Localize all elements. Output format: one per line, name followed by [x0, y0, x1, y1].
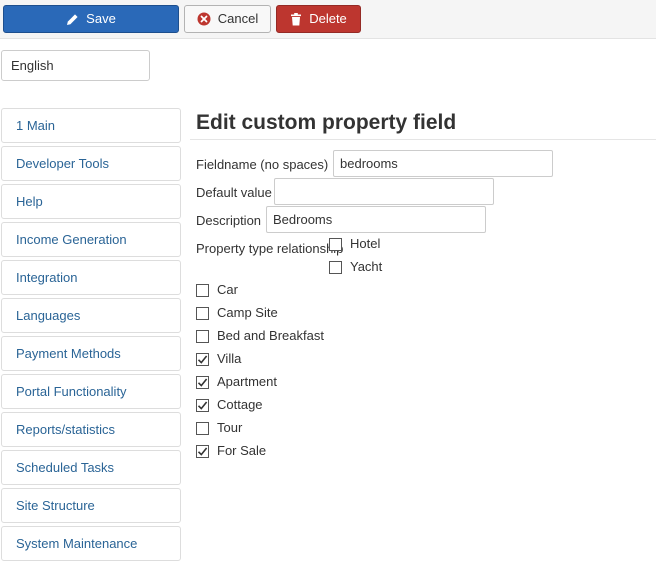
delete-button-label: Delete: [309, 11, 347, 26]
property-type-for-sale[interactable]: For Sale: [196, 443, 266, 459]
property-type-bed-and-breakfast[interactable]: Bed and Breakfast: [196, 328, 324, 344]
sidebar-item-system-maintenance[interactable]: System Maintenance: [1, 526, 181, 561]
sidebar-item-label: Site Structure: [16, 498, 95, 513]
fieldname-label: Fieldname (no spaces): [196, 157, 329, 172]
checkbox-label: For Sale: [217, 443, 267, 458]
property-type-relationship-label: Property type relationship: [196, 241, 344, 256]
sidebar-item-scheduled-tasks[interactable]: Scheduled Tasks: [1, 450, 181, 485]
sidebar-item-label: Income Generation: [16, 232, 127, 247]
property-type-camp-site[interactable]: Camp Site: [196, 305, 278, 321]
language-select[interactable]: English: [1, 50, 150, 81]
save-button-label: Save: [86, 11, 116, 26]
language-select-value: English: [11, 58, 54, 73]
save-button[interactable]: Save: [3, 5, 179, 33]
sidebar-item-label: Scheduled Tasks: [16, 460, 115, 475]
sidebar-item-label: System Maintenance: [16, 536, 138, 551]
property-type-cottage[interactable]: Cottage: [196, 397, 263, 413]
checkbox-checked[interactable]: [196, 398, 209, 412]
checkbox[interactable]: [329, 237, 342, 251]
sidebar-item-label: Reports/statistics: [16, 422, 115, 437]
fieldname-input[interactable]: [333, 150, 553, 177]
trash-icon: [290, 12, 302, 26]
check-icon: [197, 446, 208, 456]
checkbox-checked[interactable]: [196, 444, 209, 458]
check-icon: [197, 354, 208, 364]
sidebar-item-languages[interactable]: Languages: [1, 298, 181, 333]
sidebar-item-integration[interactable]: Integration: [1, 260, 181, 295]
delete-button[interactable]: Delete: [276, 5, 361, 33]
sidebar-item-help[interactable]: Help: [1, 184, 181, 219]
close-circle-icon: [197, 12, 211, 26]
checkbox-checked[interactable]: [196, 352, 209, 366]
property-type-apartment[interactable]: Apartment: [196, 374, 277, 390]
sidebar-item-label: Languages: [16, 308, 81, 323]
property-type-tour[interactable]: Tour: [196, 420, 242, 436]
sidebar-item-label: Developer Tools: [16, 156, 109, 171]
checkbox-label: Cottage: [217, 397, 263, 412]
property-type-villa[interactable]: Villa: [196, 351, 241, 367]
property-type-hotel[interactable]: Hotel: [329, 236, 380, 252]
check-icon: [197, 377, 208, 387]
sidebar-item-label: Help: [16, 194, 43, 209]
sidebar-item-developer-tools[interactable]: Developer Tools: [1, 146, 181, 181]
default-value-label: Default value: [196, 185, 272, 200]
toolbar: Save Cancel Delete: [0, 0, 656, 39]
checkbox[interactable]: [196, 306, 209, 320]
checkbox[interactable]: [196, 329, 209, 343]
description-input[interactable]: [266, 206, 486, 233]
cancel-button[interactable]: Cancel: [184, 5, 271, 33]
checkbox[interactable]: [329, 260, 342, 274]
sidebar-item-label: Integration: [16, 270, 78, 285]
checkbox-label: Villa: [217, 351, 242, 366]
checkbox-label: Bed and Breakfast: [217, 328, 324, 343]
sidebar-item-portal-functionality[interactable]: Portal Functionality: [1, 374, 181, 409]
save-icon: [66, 13, 79, 26]
checkbox-label: Tour: [217, 420, 243, 435]
sidebar-item-label: 1 Main: [16, 118, 56, 133]
sidebar-item-payment-methods[interactable]: Payment Methods: [1, 336, 181, 371]
property-type-car[interactable]: Car: [196, 282, 238, 298]
sidebar-item-main[interactable]: 1 Main: [1, 108, 181, 143]
property-type-yacht[interactable]: Yacht: [329, 259, 382, 275]
checkbox-label: Hotel: [350, 236, 381, 251]
sidebar-item-income-generation[interactable]: Income Generation: [1, 222, 181, 257]
checkbox-label: Camp Site: [217, 305, 278, 320]
sidebar-item-label: Payment Methods: [16, 346, 121, 361]
check-icon: [197, 400, 208, 410]
description-label: Description: [196, 213, 262, 228]
checkbox-label: Yacht: [350, 259, 383, 274]
sidebar-item-reports-statistics[interactable]: Reports/statistics: [1, 412, 181, 447]
sidebar-item-site-structure[interactable]: Site Structure: [1, 488, 181, 523]
checkbox-label: Apartment: [217, 374, 277, 389]
checkbox-checked[interactable]: [196, 375, 209, 389]
cancel-button-label: Cancel: [217, 11, 259, 26]
title-divider: [190, 139, 656, 140]
checkbox[interactable]: [196, 283, 209, 297]
checkbox[interactable]: [196, 421, 209, 435]
checkbox-label: Car: [217, 282, 238, 297]
default-value-input[interactable]: [274, 178, 494, 205]
sidebar-item-label: Portal Functionality: [16, 384, 127, 399]
page-title: Edit custom property field: [196, 111, 457, 134]
